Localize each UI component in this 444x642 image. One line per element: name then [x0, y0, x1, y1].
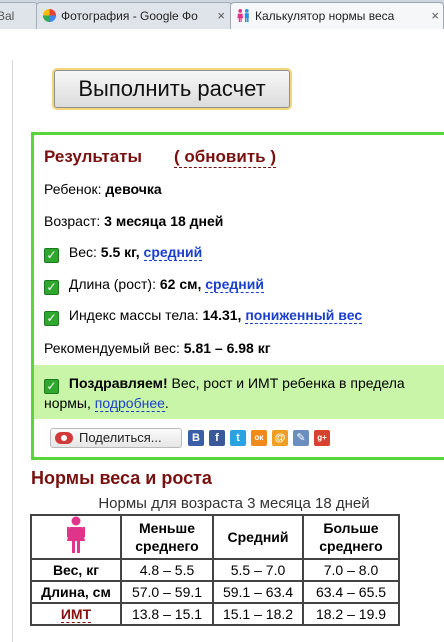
odnoklassniki-icon[interactable]: ок — [251, 430, 267, 446]
calculate-button[interactable]: Выполнить расчет — [54, 70, 290, 108]
twitter-icon[interactable]: t — [230, 430, 246, 446]
child-row: Ребенок: девочка — [44, 181, 162, 197]
bookmark-b-icon[interactable]: B — [188, 430, 204, 446]
bmi-row: ✓ Индекс массы тела: 14.31, пониженный в… — [44, 307, 363, 326]
results-title: Результаты — [44, 147, 143, 166]
column-header: Больше среднего — [302, 514, 400, 560]
tab-title: Bal — [0, 9, 15, 23]
bmi-label: Индекс массы тела: — [68, 307, 199, 323]
bmi-status-link[interactable]: пониженный вес — [245, 307, 363, 324]
weight-label: Вес: — [68, 244, 97, 260]
mail-icon[interactable]: @ — [272, 430, 288, 446]
table-cell: 13.8 – 15.1 — [120, 602, 214, 626]
table-cell: 15.1 – 18.2 — [212, 602, 304, 626]
browser-tab-strip: Bal Фотография - Google Фо × Калькулятор… — [0, 0, 444, 29]
recommended-row: Рекомендуемый вес: 5.81 – 6.98 кг — [44, 340, 271, 356]
column-header: Меньше среднего — [120, 514, 214, 560]
table-header-row: Меньше среднего Средний Больше среднего — [30, 514, 400, 560]
weight-value: 5.5 кг, — [100, 244, 140, 260]
tab-title: Фотография - Google Фо — [61, 9, 198, 23]
tab-title: Калькулятор нормы веса — [255, 9, 395, 23]
congrats-period: . — [164, 395, 169, 411]
bmi-link[interactable]: ИМТ — [60, 606, 92, 623]
congrats-banner: ✓ Поздравляем! Вес, рост и ИМТ ребенка в… — [34, 365, 444, 419]
table-cell: 5.5 – 7.0 — [212, 558, 304, 582]
norms-table: Меньше среднего Средний Больше среднего … — [30, 514, 400, 626]
table-row: Длина, см 57.0 – 59.1 59.1 – 63.4 63.4 –… — [30, 580, 400, 604]
congrats-line-2: нормы, подробнее. — [44, 395, 169, 412]
share-label: Поделиться... — [79, 430, 162, 445]
child-value: девочка — [105, 181, 162, 197]
close-tab-icon[interactable]: × — [217, 3, 225, 29]
tab-weight-calculator[interactable]: Калькулятор нормы веса × — [230, 2, 444, 29]
norms-title: Нормы веса и роста — [31, 468, 212, 488]
length-status-link[interactable]: средний — [205, 276, 264, 293]
age-row: Возраст: 3 месяца 18 дней — [44, 213, 223, 229]
tab-google-photos[interactable]: Фотография - Google Фо × — [36, 2, 232, 29]
column-header: Средний — [212, 514, 304, 560]
page-left-border — [12, 60, 13, 642]
table-cell: 7.0 – 8.0 — [302, 558, 400, 582]
table-cell: 59.1 – 63.4 — [212, 580, 304, 604]
age-label: Возраст: — [44, 213, 101, 229]
row-label: Вес, кг — [30, 558, 122, 582]
table-cell: 63.4 – 65.5 — [302, 580, 400, 604]
tab-partial[interactable]: Bal — [0, 2, 38, 29]
length-value: 62 см, — [159, 276, 202, 292]
child-label: Ребенок: — [44, 181, 102, 197]
length-label: Длина (рост): — [68, 276, 156, 292]
recommended-value: 5.81 – 6.98 кг — [183, 340, 271, 356]
table-cell: 18.2 – 19.9 — [302, 602, 400, 626]
check-icon: ✓ — [44, 280, 59, 295]
check-icon: ✓ — [44, 248, 59, 263]
congrats-heading: Поздравляем! — [68, 375, 168, 391]
congrats-text: Вес, рост и ИМТ ребенка в предела — [171, 375, 405, 391]
more-details-link[interactable]: подробнее — [94, 395, 165, 412]
congrats-text-2: нормы, — [44, 395, 91, 411]
close-tab-icon[interactable]: × — [431, 3, 439, 29]
share-bubble-icon — [55, 432, 73, 444]
bmi-value: 14.31, — [202, 307, 242, 323]
age-value: 3 месяца 18 дней — [104, 213, 224, 229]
facebook-icon[interactable]: f — [209, 430, 225, 446]
girl-icon — [67, 516, 85, 553]
norms-subtitle: Нормы для возраста 3 месяца 18 дней — [98, 495, 370, 512]
weight-status-link[interactable]: средний — [143, 244, 203, 261]
livejournal-icon[interactable]: ✎ — [293, 430, 309, 446]
row-label: Длина, см — [30, 580, 122, 604]
table-row: ИМТ 13.8 – 15.1 15.1 – 18.2 18.2 – 19.9 — [30, 602, 400, 626]
share-button[interactable]: Поделиться... — [50, 428, 182, 448]
refresh-link[interactable]: ( обновить ) — [174, 147, 276, 168]
length-row: ✓ Длина (рост): 62 см, средний — [44, 276, 264, 295]
google-plus-icon[interactable]: g+ — [314, 430, 330, 446]
check-icon: ✓ — [44, 311, 59, 326]
congrats-line: ✓ Поздравляем! Вес, рост и ИМТ ребенка в… — [44, 375, 405, 394]
check-icon: ✓ — [44, 379, 59, 394]
row-label: ИМТ — [30, 602, 122, 626]
table-row: Вес, кг 4.8 – 5.5 5.5 – 7.0 7.0 – 8.0 — [30, 558, 400, 582]
family-icon — [237, 8, 249, 23]
results-panel: Результаты ( обновить ) Ребенок: девочка… — [31, 132, 444, 460]
table-cell: 57.0 – 59.1 — [120, 580, 214, 604]
weight-row: ✓ Вес: 5.5 кг, средний — [44, 244, 203, 263]
girl-icon-cell — [30, 514, 122, 560]
google-photos-icon — [42, 8, 57, 23]
recommended-label: Рекомендуемый вес: — [44, 340, 180, 356]
table-cell: 4.8 – 5.5 — [120, 558, 214, 582]
